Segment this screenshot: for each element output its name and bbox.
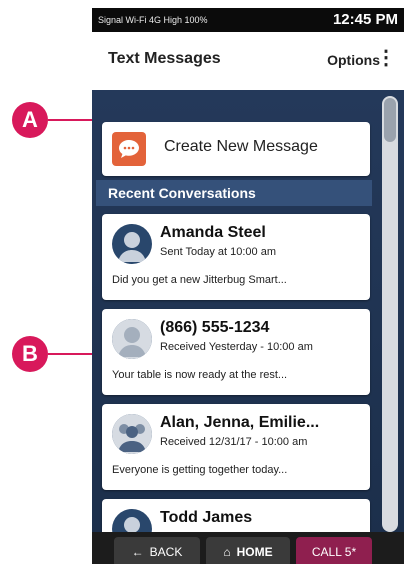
callout-b: B [12, 336, 48, 372]
avatar-svg [118, 232, 146, 262]
create-new-message-label: Create New Message [164, 138, 318, 155]
page-title: Text Messages [108, 50, 221, 67]
status-bar: Signal Wi-Fi 4G High 100% 12:45 PM [92, 8, 404, 32]
conversation-item[interactable]: Alan, Jenna, Emilie... Received 12/31/17… [102, 404, 370, 490]
recent-conversations-heading: Recent Conversations [96, 180, 372, 206]
message-bubble-svg [119, 140, 139, 158]
callout-a: A [12, 102, 48, 138]
group-avatar-svg [112, 414, 152, 454]
back-label: BACK [149, 545, 183, 559]
conversation-meta: Received 12/31/17 - 10:00 am [160, 436, 308, 448]
call-label: CALL 5* [311, 545, 357, 559]
home-label: HOME [236, 545, 273, 559]
phone-screen: Signal Wi-Fi 4G High 100% 12:45 PM Text … [92, 8, 404, 564]
person-silhouette-icon [112, 224, 152, 264]
back-button[interactable]: ← BACK [114, 537, 200, 564]
status-indicators: Signal Wi-Fi 4G High 100% [98, 15, 208, 25]
conversation-meta: Sent Today at 10:00 am [160, 246, 276, 258]
message-bubble-icon [112, 132, 146, 166]
status-time: 12:45 PM [332, 11, 398, 28]
bottom-navigation: ← BACK ⌂ HOME CALL 5* [92, 532, 404, 564]
kebab-menu-icon[interactable]: ⋮ [376, 48, 396, 68]
callout-b-label: B [22, 341, 38, 366]
home-button[interactable]: ⌂ HOME [206, 537, 290, 564]
conversation-item[interactable]: Amanda Steel Sent Today at 10:00 am Did … [102, 214, 370, 300]
conversation-name: (866) 555-1234 [160, 319, 270, 336]
avatar-svg [112, 319, 152, 359]
home-icon: ⌂ [223, 545, 231, 559]
arrow-left-icon: ← [131, 545, 144, 559]
person-silhouette-icon [112, 319, 152, 359]
group-avatar-icon [112, 414, 152, 454]
app-header: Text Messages Options ⋮ [92, 32, 404, 91]
conversation-preview: Your table is now ready at the rest... [112, 369, 288, 381]
options-button[interactable]: Options [327, 52, 380, 68]
messages-list: Create New Message Recent Conversations … [92, 90, 404, 564]
conversation-meta: Received Yesterday - 10:00 am [160, 341, 313, 353]
conversation-name: Amanda Steel [160, 224, 266, 241]
call-5star-button[interactable]: CALL 5* [296, 537, 372, 564]
callout-a-label: A [22, 107, 38, 132]
scrollbar[interactable] [382, 96, 398, 532]
conversation-name: Alan, Jenna, Emilie... [160, 414, 320, 431]
conversation-preview: Everyone is getting together today... [112, 464, 288, 476]
conversation-preview: Did you get a new Jitterbug Smart... [112, 274, 287, 286]
scrollbar-thumb[interactable] [384, 98, 396, 142]
conversation-item[interactable]: (866) 555-1234 Received Yesterday - 10:0… [102, 309, 370, 395]
create-new-message-button[interactable]: Create New Message [102, 122, 370, 176]
conversation-name: Todd James [160, 509, 253, 526]
